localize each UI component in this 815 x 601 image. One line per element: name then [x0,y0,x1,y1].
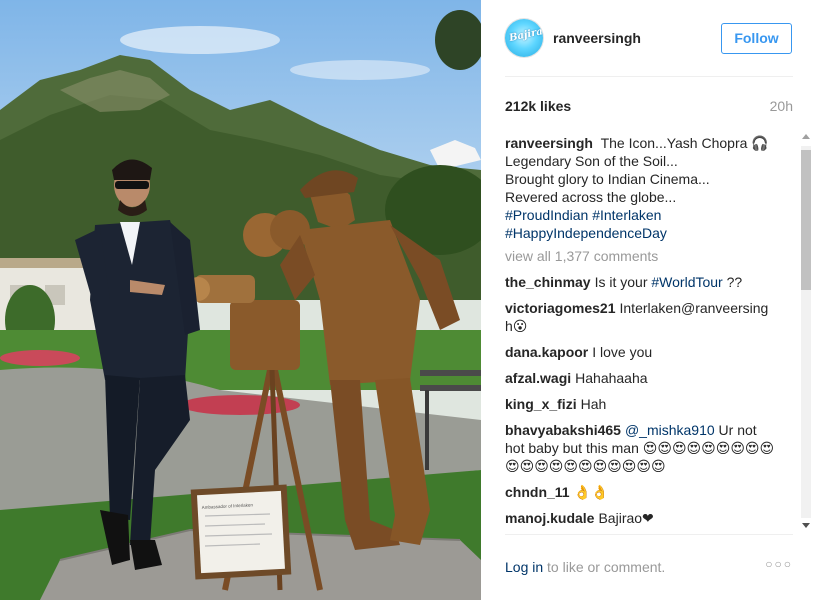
caption-line: Revered across the globe... [505,189,677,205]
comment-text: Bajirao❤ [598,510,654,526]
hashtag-link[interactable]: #ProudIndian [505,207,588,223]
hashtag-link[interactable]: #HappyIndependenceDay [505,225,667,241]
login-prompt: Log in to like or comment. [505,559,665,575]
post-photo[interactable]: Ambassador of Interlaken [0,0,481,600]
scroll-thumb[interactable] [801,150,811,290]
instagram-post-view: Ambassador of Interlaken Bajirao ranveer… [0,0,815,600]
login-link[interactable]: Log in [505,559,543,575]
caption-line: Brought glory to Indian Cinema... [505,171,710,187]
plaque: Ambassador of Interlaken [190,484,292,580]
caption-username[interactable]: ranveersingh [505,135,593,151]
comment-username[interactable]: bhavyabakshi465 [505,422,621,438]
login-prompt-text: to like or comment. [543,559,666,575]
comment-item: the_chinmay Is it your #WorldTour ?? [505,273,775,291]
author-username[interactable]: ranveersingh [553,30,641,46]
comment-text: I love you [592,344,653,360]
scroll-up-arrow-icon[interactable] [802,134,810,139]
post-header: Bajirao ranveersingh Follow [505,16,793,77]
hashtag-link[interactable]: #Interlaken [592,207,661,223]
comment-item: chndn_11 👌👌 [505,483,775,501]
comment-item: afzal.wagi Hahahaaha [505,369,775,387]
comment-text: Hah [580,396,607,412]
comments-list[interactable]: ranveersingh The Icon...Yash Chopra 🎧 Le… [505,134,775,530]
avatar[interactable]: Bajirao [505,19,543,57]
comment-text-suffix: ?? [722,274,743,290]
comment-username[interactable]: king_x_fizi [505,396,577,412]
comment-item: victoriagomes21 Interlaken@ranveersingh😮 [505,299,775,335]
comments-scrollbar[interactable] [799,134,813,530]
comment-username[interactable]: afzal.wagi [505,370,571,386]
comment-text: 👌👌 [573,484,609,500]
scroll-down-arrow-icon[interactable] [802,523,810,528]
comment-username[interactable]: dana.kapoor [505,344,588,360]
mention-link[interactable]: @_mishka910 [625,422,715,438]
avatar-logo-text: Bajirao [508,24,543,44]
comment-item: king_x_fizi Hah [505,395,775,413]
comment-item: bhavyabakshi465 @_mishka910 Ur not hot ba… [505,421,775,475]
more-options-icon[interactable]: ○○○ [765,557,793,571]
hashtag-link[interactable]: #WorldTour [651,274,722,290]
post-side-panel: Bajirao ranveersingh Follow 212k likes 2… [481,0,815,600]
post-timestamp[interactable]: 20h [770,98,793,114]
caption-line: The Icon...Yash Chopra 🎧 [600,135,769,151]
comment-text: Is it your [594,274,652,290]
comment-username[interactable]: manoj.kudale [505,510,594,526]
post-footer: Log in to like or comment. ○○○ [505,534,793,601]
photo-illustration: Ambassador of Interlaken [0,10,481,600]
comment-username[interactable]: victoriagomes21 [505,300,616,316]
comment-item: manoj.kudale Bajirao❤ [505,509,775,527]
comment-username[interactable]: chndn_11 [505,484,570,500]
caption-line: Legendary Son of the Soil... [505,153,678,169]
comment-username[interactable]: the_chinmay [505,274,591,290]
follow-button[interactable]: Follow [721,23,792,54]
likes-count[interactable]: 212k likes [505,98,571,114]
comment-text: Hahahaaha [575,370,648,386]
likes-row: 212k likes 20h [505,98,793,116]
view-all-comments-link[interactable]: view all 1,377 comments [505,248,775,264]
comment-item: dana.kapoor I love you [505,343,775,361]
caption: ranveersingh The Icon...Yash Chopra 🎧 Le… [505,134,775,242]
